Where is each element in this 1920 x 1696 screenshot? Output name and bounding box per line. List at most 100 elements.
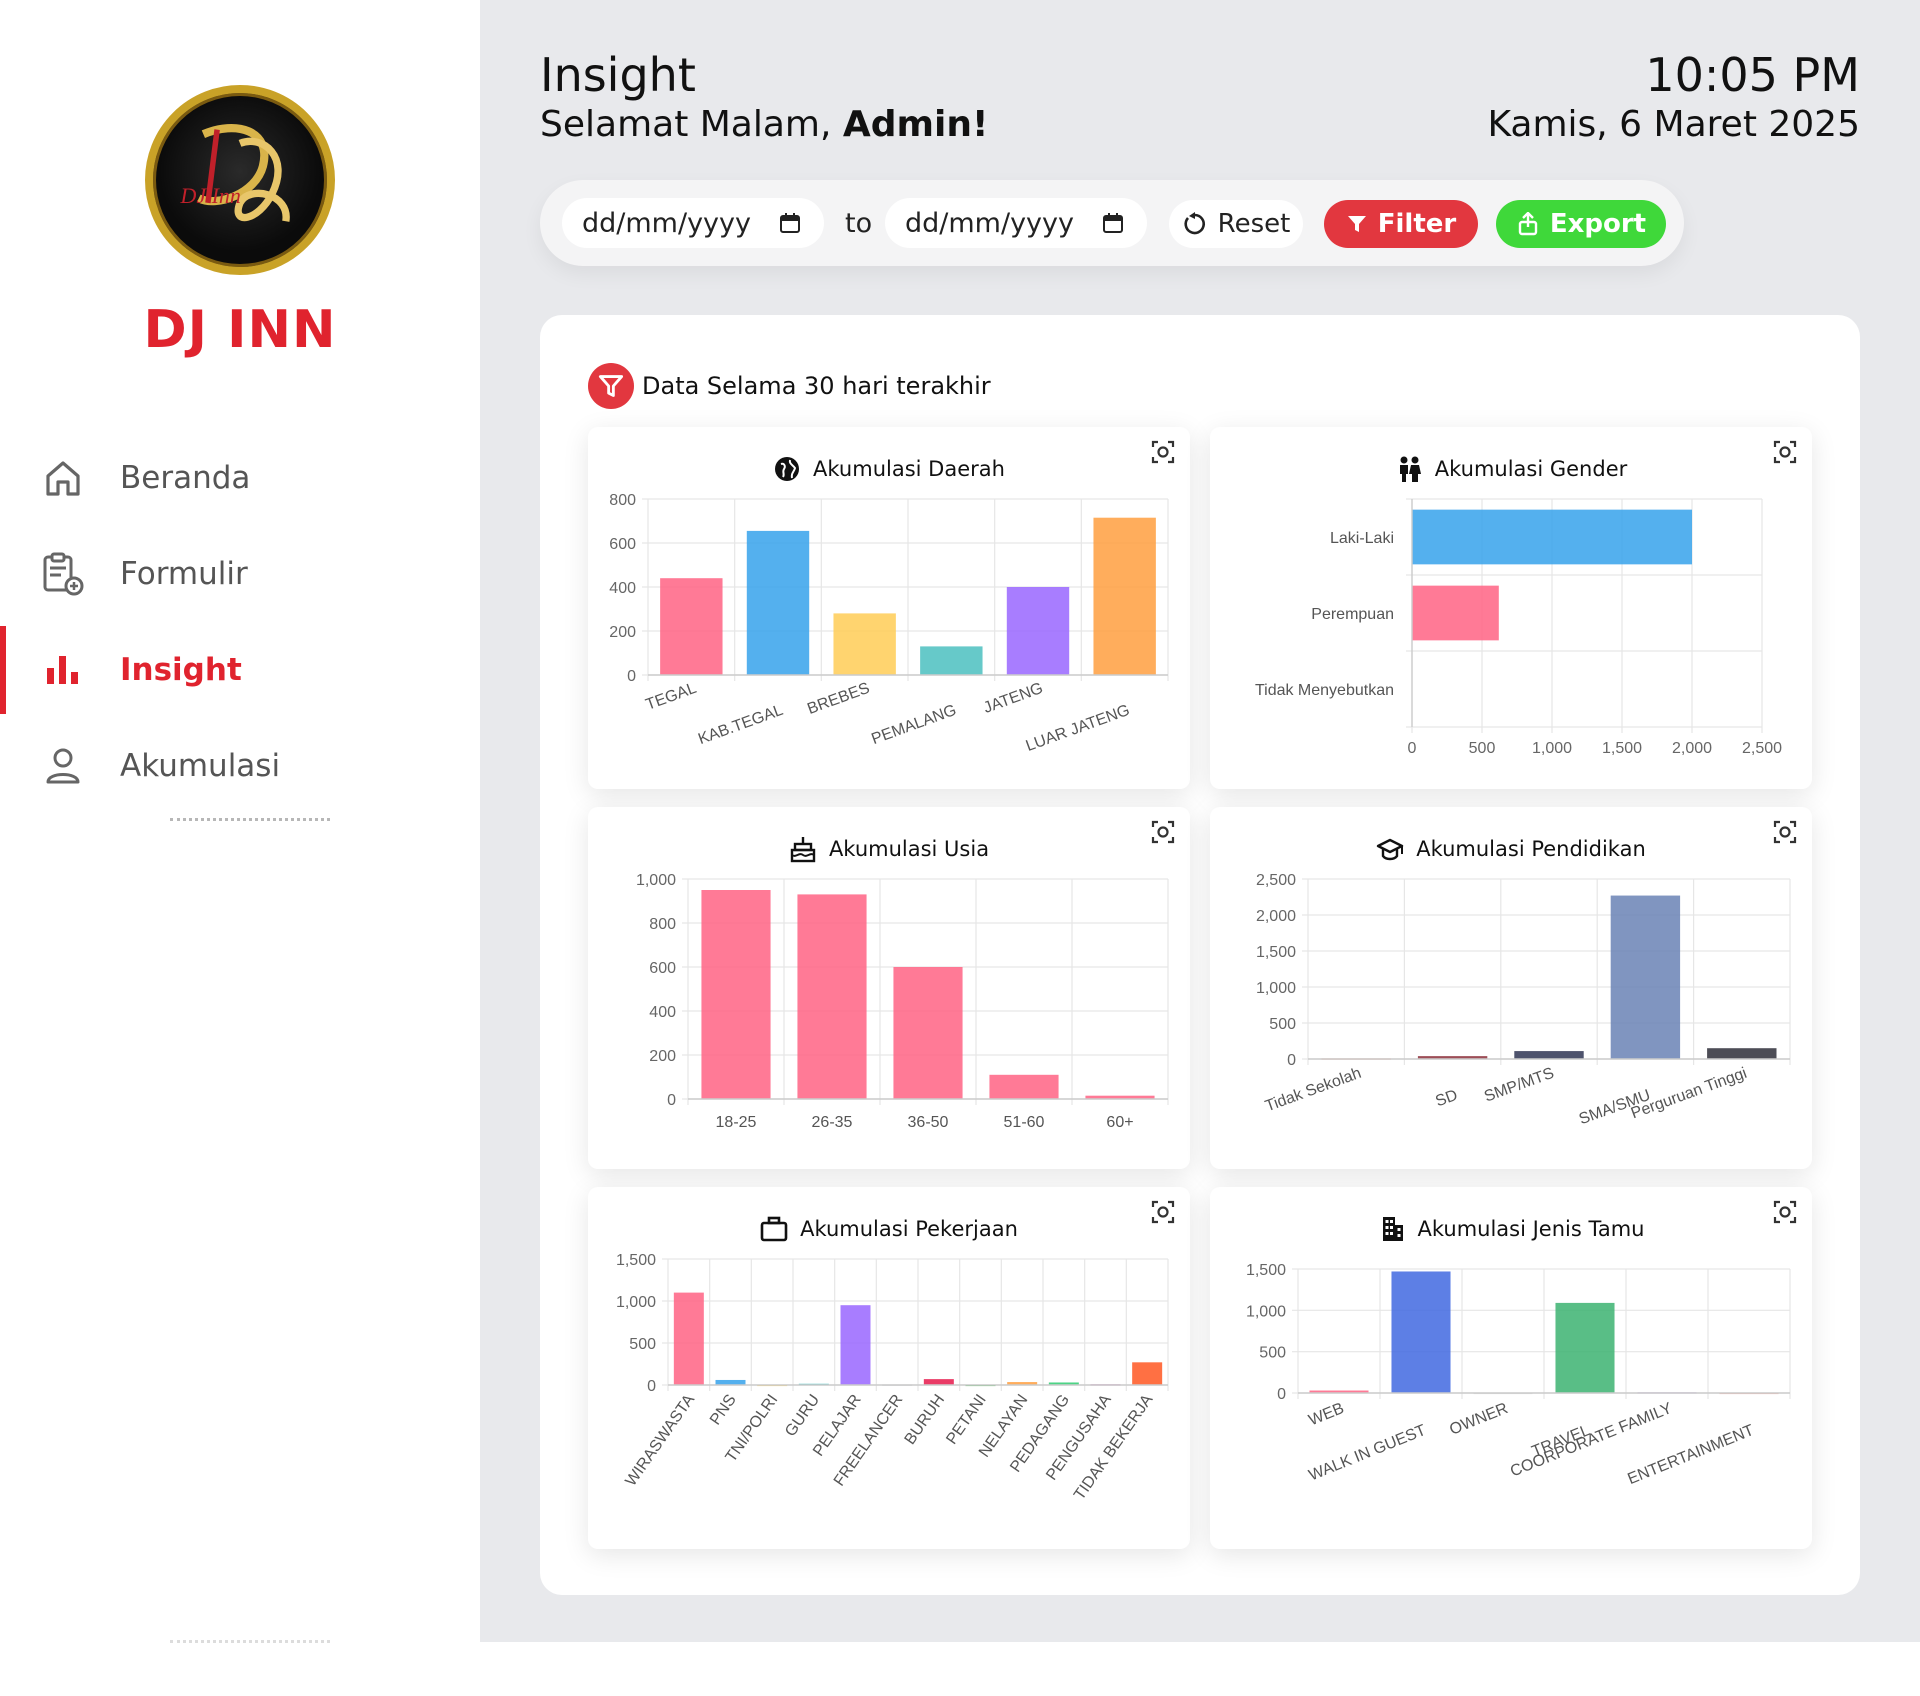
- bar[interactable]: [920, 646, 983, 675]
- y-tick-label: 400: [609, 580, 636, 597]
- bar[interactable]: [1391, 1271, 1451, 1393]
- y-tick-label: 500: [1259, 1345, 1286, 1362]
- clock-date: Kamis, 6 Maret 2025: [1487, 104, 1860, 145]
- bar[interactable]: [660, 578, 723, 675]
- chart-card-pendidikan: Akumulasi Pendidikan 0 500 1,000 1,500 2,000 2…: [1210, 807, 1812, 1169]
- bar[interactable]: [701, 890, 771, 1099]
- chart-card-usia: Akumulasi Usia 0 200 400 600 800 1,000 18-25 26-…: [588, 807, 1190, 1169]
- bar[interactable]: [1006, 587, 1070, 675]
- y-tick-label: 600: [609, 536, 636, 553]
- y-tick-label: Perempuan: [1311, 606, 1394, 623]
- bar[interactable]: [1093, 517, 1156, 675]
- y-tick-label: 0: [627, 668, 636, 685]
- greeting: Selamat Malam, Admin!: [540, 104, 988, 145]
- bar[interactable]: [673, 1292, 704, 1385]
- bar[interactable]: [989, 1074, 1059, 1099]
- date-filter-bar: dd/mm/yyyy to dd/mm/yyyy Reset Filter Ex…: [540, 180, 1684, 266]
- bar[interactable]: [1132, 1362, 1163, 1385]
- y-tick-label: 500: [629, 1336, 656, 1353]
- chart-card-gender: Akumulasi Gender 0 500 1,000 1,500 2,000 2,500…: [1210, 427, 1812, 789]
- x-tick-label: PETANI: [943, 1392, 989, 1448]
- x-tick-label: PEMALANG: [869, 702, 958, 748]
- x-tick-label: TIDAK BEKERJA: [1071, 1391, 1157, 1503]
- svg-text:DJ Inn: DJ Inn: [179, 183, 240, 208]
- y-tick-label: 0: [647, 1378, 656, 1395]
- bar[interactable]: [1610, 895, 1681, 1059]
- greeting-prefix: Selamat Malam,: [540, 104, 843, 145]
- main-content: Insight Selamat Malam, Admin! 10:05 PM K…: [480, 0, 1920, 1642]
- x-tick-label: 36-50: [908, 1114, 949, 1131]
- sidebar-item-akumulasi[interactable]: Akumulasi: [0, 718, 480, 814]
- filter-label: Filter: [1377, 209, 1457, 239]
- x-tick-label: 18-25: [716, 1114, 757, 1131]
- bar[interactable]: [923, 1379, 954, 1385]
- y-tick-label: 1,500: [1256, 944, 1296, 961]
- calendar-icon[interactable]: [778, 211, 802, 235]
- y-tick-label: 1,000: [1256, 980, 1296, 997]
- y-tick-label: 1,000: [616, 1294, 656, 1311]
- reset-icon: [1184, 212, 1205, 235]
- clock-time: 10:05 PM: [1645, 48, 1860, 102]
- date-to-input[interactable]: dd/mm/yyyy: [885, 198, 1147, 248]
- y-tick-label: 2,500: [1256, 872, 1296, 889]
- brand-logo: DJ Inn: [145, 85, 335, 275]
- chart-canvas: 0 200 400 600 800 TEGALKAB.TEGAL BREBESPEMALAN…: [609, 492, 1169, 755]
- date-from-input[interactable]: dd/mm/yyyy: [562, 198, 824, 248]
- y-tick-label: Laki-Laki: [1330, 530, 1394, 547]
- y-tick-label: 400: [649, 1004, 676, 1021]
- bar[interactable]: [1514, 1051, 1584, 1059]
- x-tick-label: 2,500: [1742, 740, 1782, 757]
- y-tick-label: Tidak Menyebutkan: [1255, 682, 1394, 699]
- x-tick-label: PNS: [707, 1392, 740, 1429]
- sidebar-item-label: Beranda: [120, 460, 251, 496]
- x-tick-label: 0: [1408, 740, 1417, 757]
- sidebar-item-insight[interactable]: Insight: [0, 622, 480, 718]
- scroll-fade-divider: [170, 1640, 330, 1646]
- x-tick-label: WALK IN GUEST: [1306, 1422, 1428, 1485]
- y-tick-label: 200: [609, 624, 636, 641]
- bar[interactable]: [746, 530, 810, 675]
- chart-card-jenis-tamu: Akumulasi Jenis Tamu 0 500 1,000 1,500 WEB WAL…: [1210, 1187, 1812, 1549]
- greeting-name: Admin!: [842, 104, 989, 145]
- calendar-icon[interactable]: [1101, 211, 1125, 235]
- x-tick-label: GURU: [782, 1392, 823, 1440]
- sidebar-item-label: Akumulasi: [120, 748, 281, 784]
- funnel-icon: [588, 363, 634, 409]
- chart-card-daerah: Akumulasi Daerah 0 200 400 600 800 TEGAL KAB.TE…: [588, 427, 1190, 789]
- y-tick-label: 1,000: [1246, 1303, 1286, 1320]
- reset-button[interactable]: Reset: [1169, 200, 1303, 248]
- bar[interactable]: [1412, 585, 1499, 641]
- bar[interactable]: [893, 967, 963, 1099]
- chart-canvas: 0 200 400 600 800 1,000 18-25 26-35 36-50 51-60 60…: [636, 872, 1169, 1131]
- y-tick-label: 2,000: [1256, 908, 1296, 925]
- sidebar-item-beranda[interactable]: Beranda: [0, 430, 480, 526]
- x-tick-label: WIRASWASTA: [622, 1391, 698, 1489]
- x-tick-label: WEB: [1306, 1400, 1346, 1429]
- page-title: Insight: [540, 48, 696, 102]
- y-tick-label: 0: [667, 1092, 676, 1109]
- reset-label: Reset: [1217, 209, 1291, 239]
- chart-card-pekerjaan: Akumulasi Pekerjaan 0 500 1,000 1,500 WIRASWA…: [588, 1187, 1190, 1549]
- export-button[interactable]: Export: [1496, 200, 1666, 248]
- y-tick-label: 1,500: [1246, 1262, 1286, 1279]
- bar[interactable]: [1707, 1048, 1777, 1059]
- form-add-icon: [40, 551, 86, 597]
- x-tick-label: 2,000: [1672, 740, 1712, 757]
- bar[interactable]: [797, 894, 867, 1099]
- bar[interactable]: [715, 1379, 746, 1385]
- x-tick-label: KAB.TEGAL: [696, 702, 785, 748]
- bar[interactable]: [1555, 1302, 1615, 1393]
- y-tick-label: 800: [649, 916, 676, 933]
- chart-canvas: 0 500 1,000 1,500 2,000 2,500 Laki-Laki Perempu…: [1255, 498, 1782, 757]
- chart-canvas: 05001,0001,500WEBWALK IN GUESTOWNERTRAVE…: [1246, 1262, 1791, 1488]
- chart-canvas: 05001,0001,500WIRASWASTA PNSTNI/POLRI GURU…: [616, 1252, 1169, 1503]
- x-tick-label: Tidak Sekolah: [1263, 1065, 1364, 1115]
- x-tick-label: JATENG: [981, 680, 1045, 717]
- sidebar-item-formulir[interactable]: Formulir: [0, 526, 480, 622]
- export-label: Export: [1549, 209, 1647, 239]
- x-tick-label: 26-35: [812, 1114, 853, 1131]
- filter-button[interactable]: Filter: [1324, 200, 1478, 248]
- bar[interactable]: [840, 1305, 871, 1385]
- bar[interactable]: [1412, 509, 1692, 565]
- bar[interactable]: [833, 613, 896, 675]
